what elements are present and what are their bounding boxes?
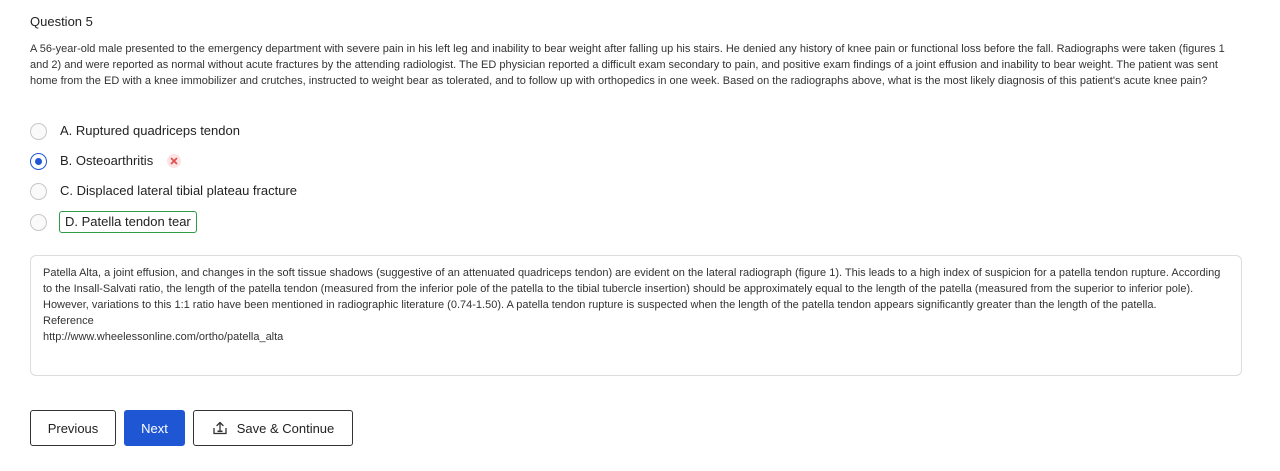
question-text: A 56-year-old male presented to the emer… <box>30 43 1225 87</box>
option-a-radio[interactable] <box>30 122 47 140</box>
explanation-text: Patella Alta, a joint effusion, and chan… <box>43 267 1221 311</box>
save-upload-icon <box>212 421 228 435</box>
question-title: Question 5 <box>30 14 93 29</box>
next-button[interactable]: Next <box>124 410 185 446</box>
incorrect-x-icon <box>167 154 182 168</box>
option-d[interactable]: D. Patella tendon tear <box>30 210 197 234</box>
explanation-box: Patella Alta, a joint effusion, and chan… <box>30 255 1242 376</box>
option-c-label[interactable]: C. Displaced lateral tibial plateau frac… <box>60 182 297 200</box>
radio-selected-dot <box>35 157 42 165</box>
option-c[interactable]: C. Displaced lateral tibial plateau frac… <box>30 179 297 203</box>
save-continue-label[interactable]: Save & Continue <box>237 421 335 436</box>
question-page: Question 5 A 56-year-old male presented … <box>0 0 1280 471</box>
option-b-label[interactable]: B. Osteoarthritis <box>60 152 153 170</box>
reference-link[interactable]: http://www.wheelessonline.com/ortho/pate… <box>43 329 1229 345</box>
option-c-radio[interactable] <box>30 182 47 200</box>
option-b[interactable]: B. Osteoarthritis <box>30 149 182 173</box>
option-b-radio[interactable] <box>30 152 47 170</box>
save-continue-button[interactable]: Save & Continue <box>193 410 353 446</box>
option-d-label-correct[interactable]: D. Patella tendon tear <box>59 211 197 233</box>
option-d-radio[interactable] <box>30 213 47 231</box>
reference-label: Reference <box>43 315 94 327</box>
option-a-label[interactable]: A. Ruptured quadriceps tendon <box>60 122 240 140</box>
previous-button[interactable]: Previous <box>30 410 116 446</box>
option-a[interactable]: A. Ruptured quadriceps tendon <box>30 119 240 143</box>
